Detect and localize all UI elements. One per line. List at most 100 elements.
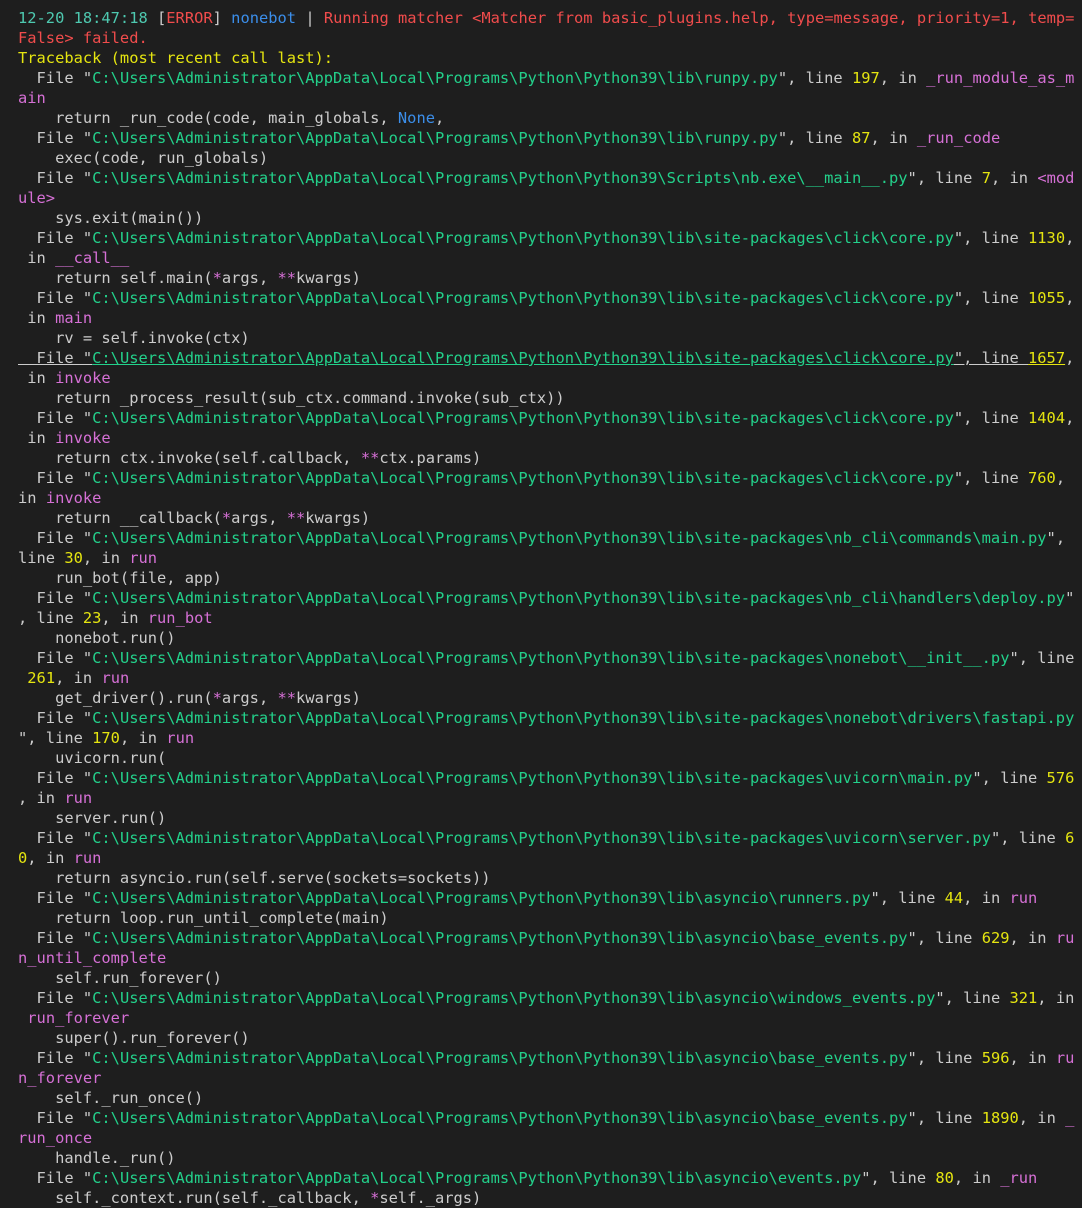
- terminal-line: File "C:\Users\Administrator\AppData\Loc…: [18, 708, 1075, 728]
- terminal-text-segment: return self.main(: [18, 269, 213, 287]
- terminal-text-segment: args,: [231, 509, 287, 527]
- terminal-text-segment: run_forever: [27, 1009, 130, 1027]
- terminal-text-segment: C:\Users\Administrator\AppData\Local\Pro…: [92, 769, 973, 787]
- terminal-text-segment: run: [166, 729, 195, 747]
- terminal-line: , line 23, in run_bot: [18, 608, 1058, 628]
- terminal-text-segment: 170: [92, 729, 120, 747]
- terminal-text-segment: ,: [1065, 229, 1075, 247]
- terminal-text-segment: ", line: [870, 889, 945, 907]
- terminal-text-segment: , in: [1009, 1049, 1056, 1067]
- terminal-text-segment: File ": [18, 709, 93, 727]
- terminal-line: self.run_forever(): [18, 968, 1058, 988]
- terminal-text-segment: File ": [18, 649, 93, 667]
- terminal-text-segment: File ": [18, 829, 93, 847]
- terminal-text-segment: return loop.run_until_complete(main): [18, 909, 389, 927]
- terminal-text-segment: uvicorn.run(: [18, 749, 167, 767]
- terminal-text-segment: invoke: [55, 429, 111, 447]
- terminal-text-segment: C:\Users\Administrator\AppData\Local\Pro…: [92, 929, 908, 947]
- terminal-output[interactable]: 12-20 18:47:18 [ERROR] nonebot | Running…: [0, 0, 1075, 1208]
- terminal-text-segment: 629: [981, 929, 1010, 947]
- terminal-line: n_until_complete: [18, 948, 1058, 968]
- terminal-text-segment: C:\Users\Administrator\AppData\Local\Pro…: [92, 169, 908, 187]
- terminal-text-segment: in: [18, 369, 56, 387]
- terminal-text-segment: C:\Users\Administrator\AppData\Local\Pro…: [92, 1049, 908, 1067]
- terminal-text-segment: Traceback (most recent call last):: [18, 49, 334, 67]
- terminal-text-segment: File ": [18, 769, 93, 787]
- terminal-text-segment: File ": [18, 409, 93, 427]
- terminal-text-segment: File ": [18, 1169, 93, 1187]
- terminal-text-segment: rv = self.invoke(ctx): [18, 329, 250, 347]
- terminal-text-segment: 576: [1046, 769, 1075, 787]
- terminal-line: self._run_once(): [18, 1088, 1058, 1108]
- terminal-text-segment: _run: [1000, 1169, 1038, 1187]
- terminal-text-segment: run: [1009, 889, 1038, 907]
- terminal-text-segment: ru: [1055, 929, 1075, 947]
- terminal-line: return _run_code(code, main_globals, Non…: [18, 108, 1058, 128]
- terminal-text-segment: n_until_complete: [18, 949, 167, 967]
- terminal-line: in main: [18, 308, 1058, 328]
- terminal-text-segment: 1404: [1028, 409, 1066, 427]
- terminal-text-segment: ", line: [953, 469, 1029, 487]
- terminal-text-segment: return _process_result(sub_ctx.command.i…: [18, 389, 565, 407]
- terminal-text-segment: run_once: [18, 1129, 93, 1147]
- terminal-text-segment: C:\Users\Administrator\AppData\Local\Pro…: [92, 1169, 862, 1187]
- terminal-text-segment: File ": [18, 69, 93, 87]
- terminal-text-segment: 87: [851, 129, 871, 147]
- terminal-text-segment: ", line: [907, 1109, 982, 1127]
- terminal-text-segment: sys.exit(main()): [18, 209, 204, 227]
- terminal-text-segment: super().run_forever(): [18, 1029, 250, 1047]
- terminal-text-segment: File ": [18, 1109, 93, 1127]
- terminal-text-segment: __call__: [55, 249, 130, 267]
- terminal-text-segment: return ctx.invoke(self.callback,: [18, 449, 361, 467]
- terminal-text-segment: C:\Users\Administrator\AppData\Local\Pro…: [92, 129, 778, 147]
- terminal-text-segment: 44: [944, 889, 964, 907]
- terminal-line: 0, in run: [18, 848, 1058, 868]
- terminal-line: , in run: [18, 788, 1058, 808]
- terminal-text-segment: return __callback(: [18, 509, 222, 527]
- terminal-text-segment: 23: [82, 609, 102, 627]
- terminal-line: rv = self.invoke(ctx): [18, 328, 1058, 348]
- terminal-line: handle._run(): [18, 1148, 1058, 1168]
- terminal-text-segment: File ": [18, 169, 93, 187]
- terminal-line: server.run(): [18, 808, 1058, 828]
- terminal-text-segment: kwargs): [296, 689, 361, 707]
- terminal-text-segment: C:\Users\Administrator\AppData\Local\Pro…: [92, 989, 936, 1007]
- terminal-text-segment: in: [18, 429, 56, 447]
- terminal-line: File "C:\Users\Administrator\AppData\Loc…: [18, 928, 1075, 948]
- terminal-text-segment: 7: [981, 169, 991, 187]
- terminal-line: File "C:\Users\Administrator\AppData\Loc…: [18, 828, 1075, 848]
- terminal-text-segment: Running matcher <Matcher from basic_plug…: [323, 9, 1075, 27]
- terminal-text-segment: 197: [851, 69, 880, 87]
- terminal-line: File "C:\Users\Administrator\AppData\Loc…: [18, 408, 1075, 428]
- terminal-text-segment: ctx.params): [379, 449, 482, 467]
- terminal-text-segment: , in: [953, 1169, 1001, 1187]
- terminal-line: 12-20 18:47:18 [ERROR] nonebot | Running…: [18, 8, 1074, 28]
- terminal-line: File "C:\Users\Administrator\AppData\Loc…: [18, 768, 1075, 788]
- terminal-line: ", line 170, in run: [18, 728, 1058, 748]
- terminal-text-segment: ,: [434, 109, 445, 127]
- terminal-text-segment: ", line: [1009, 649, 1075, 667]
- terminal-text-segment: |: [296, 9, 324, 27]
- terminal-text-segment: [: [157, 9, 167, 27]
- terminal-text-segment: **: [360, 449, 380, 467]
- terminal-text-segment: File ": [18, 989, 93, 1007]
- terminal-text-segment: 321: [1009, 989, 1038, 1007]
- terminal-line: n_forever: [18, 1068, 1058, 1088]
- terminal-text-segment: get_driver().run(: [18, 689, 213, 707]
- terminal-line: File "C:\Users\Administrator\AppData\Loc…: [18, 228, 1075, 248]
- terminal-text-segment: *: [370, 1189, 380, 1207]
- terminal-line: in __call__: [18, 248, 1058, 268]
- terminal-text-segment: _run_code: [916, 129, 1001, 147]
- terminal-text-segment: server.run(): [18, 809, 167, 827]
- terminal-text-segment: 1657: [1028, 349, 1066, 367]
- terminal-text-segment: ain: [18, 89, 46, 107]
- terminal-text-segment: 1130: [1028, 229, 1066, 247]
- terminal-text-segment: , in: [119, 729, 167, 747]
- terminal-line: in invoke: [18, 488, 1058, 508]
- terminal-line: File "C:\Users\Administrator\AppData\Loc…: [18, 348, 1075, 368]
- terminal-text-segment: ", line: [861, 1169, 936, 1187]
- terminal-text-segment: 80: [935, 1169, 954, 1187]
- terminal-text-segment: self._args): [379, 1189, 482, 1207]
